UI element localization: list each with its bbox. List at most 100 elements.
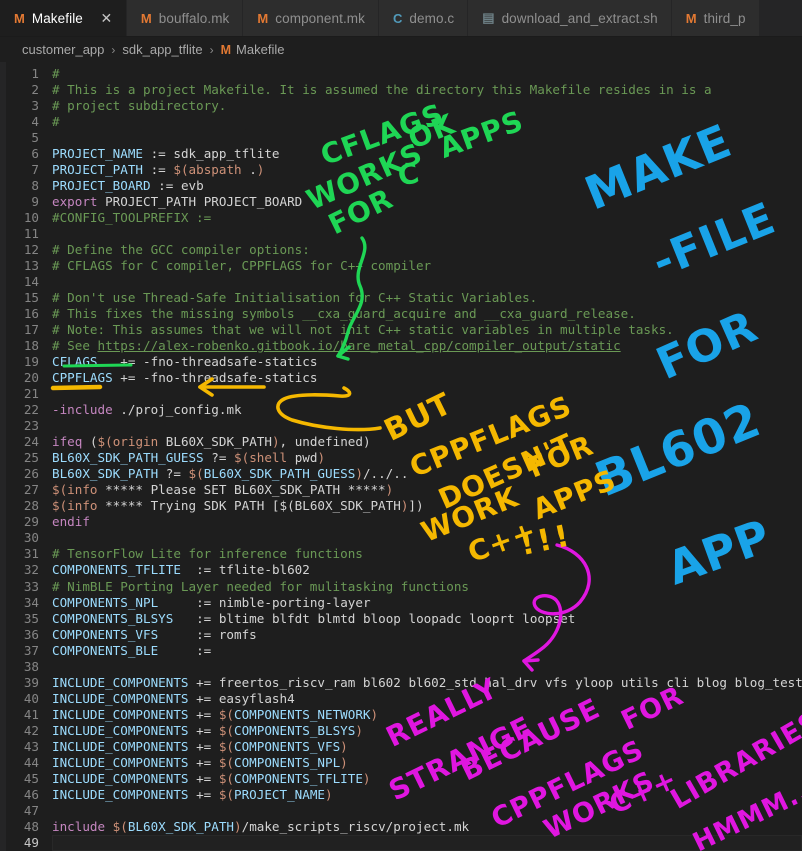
code-line[interactable]: 4 # bbox=[0, 114, 802, 130]
editor-window: M Makefile ✕ M bouffalo.mk M component.m… bbox=[0, 0, 802, 851]
code-line[interactable]: 2 # This is a project Makefile. It is ass… bbox=[0, 82, 802, 98]
code-line[interactable]: 26 BL60X_SDK_PATH ?= $(BL60X_SDK_PATH_GUE… bbox=[0, 466, 802, 482]
code-line[interactable]: 23 bbox=[0, 418, 802, 434]
line-number: 25 bbox=[23, 450, 39, 466]
code-line-text: COMPONENTS_BLE := bbox=[52, 642, 212, 658]
code-line[interactable]: 46 INCLUDE_COMPONENTS += $(PROJECT_NAME) bbox=[0, 787, 802, 803]
code-line[interactable]: 17 # Note: This assumes that we will not … bbox=[0, 322, 802, 338]
line-number: 30 bbox=[23, 530, 39, 546]
line-number: 2 bbox=[31, 82, 39, 98]
line-number: 37 bbox=[23, 642, 39, 658]
code-line[interactable]: 39 INCLUDE_COMPONENTS += freertos_riscv_r… bbox=[0, 675, 802, 691]
line-number: 35 bbox=[23, 610, 39, 626]
code-line[interactable]: 1 # bbox=[0, 66, 802, 82]
code-line[interactable]: 22 -include ./proj_config.mk bbox=[0, 402, 802, 418]
code-line[interactable]: 24 ifeq ($(origin BL60X_SDK_PATH), undefi… bbox=[0, 434, 802, 450]
chevron-right-icon: › bbox=[111, 42, 116, 57]
code-line[interactable]: 20 CPPFLAGS += -fno-threadsafe-statics bbox=[0, 370, 802, 386]
code-line[interactable]: 41 INCLUDE_COMPONENTS += $(COMPONENTS_NET… bbox=[0, 707, 802, 723]
code-line[interactable]: 34 COMPONENTS_NPL := nimble-porting-layer bbox=[0, 595, 802, 611]
code-line[interactable]: 7 PROJECT_PATH := $(abspath .) bbox=[0, 162, 802, 178]
makefile-icon: M bbox=[220, 42, 232, 57]
line-number: 20 bbox=[23, 370, 39, 386]
line-number: 28 bbox=[23, 498, 39, 514]
code-line[interactable]: 43 INCLUDE_COMPONENTS += $(COMPONENTS_VFS… bbox=[0, 739, 802, 755]
code-line-text: # bbox=[52, 66, 60, 81]
code-line[interactable]: 21 bbox=[0, 386, 802, 402]
line-number: 9 bbox=[31, 194, 39, 210]
code-line[interactable]: 28 $(info ***** Trying SDK PATH [$(BL60X_… bbox=[0, 498, 802, 514]
code-line[interactable]: 45 INCLUDE_COMPONENTS += $(COMPONENTS_TFL… bbox=[0, 771, 802, 787]
breadcrumb-item-makefile[interactable]: Makefile bbox=[236, 42, 284, 57]
tab-label: component.mk bbox=[275, 10, 366, 26]
tab-download-and-extract-sh[interactable]: ▤ download_and_extract.sh bbox=[468, 0, 672, 36]
tab-component-mk[interactable]: M component.mk bbox=[243, 0, 380, 36]
code-line[interactable]: 19 CFLAGS += -fno-threadsafe-statics bbox=[0, 354, 802, 370]
code-line-text: # This fixes the missing symbols __cxa_g… bbox=[52, 306, 636, 322]
code-line[interactable]: 33 # NimBLE Porting Layer needed for muli… bbox=[0, 579, 802, 595]
code-line[interactable]: 37 COMPONENTS_BLE := bbox=[0, 643, 802, 659]
code-line[interactable]: 36 COMPONENTS_VFS := romfs bbox=[0, 627, 802, 643]
line-number: 17 bbox=[23, 322, 39, 338]
code-lines-container[interactable]: 1 #2 # This is a project Makefile. It is a… bbox=[0, 62, 802, 851]
line-number: 27 bbox=[23, 482, 39, 498]
code-line[interactable]: 14 bbox=[0, 274, 802, 290]
code-line[interactable]: 3 # project subdirectory. bbox=[0, 98, 802, 114]
code-line[interactable]: 38 bbox=[0, 659, 802, 675]
line-number: 12 bbox=[23, 242, 39, 258]
code-line[interactable]: 8 PROJECT_BOARD := evb bbox=[0, 178, 802, 194]
code-line[interactable]: 47 bbox=[0, 803, 802, 819]
code-line[interactable]: 32 COMPONENTS_TFLITE := tflite-bl602 bbox=[0, 562, 802, 578]
code-line-text: INCLUDE_COMPONENTS += $(COMPONENTS_BLSYS… bbox=[52, 722, 363, 738]
code-line[interactable]: 48 include $(BL60X_SDK_PATH)/make_scripts… bbox=[0, 819, 802, 835]
tab-makefile[interactable]: M Makefile ✕ bbox=[0, 0, 127, 36]
code-line[interactable]: 35 COMPONENTS_BLSYS := bltime blfdt blmtd… bbox=[0, 611, 802, 627]
tab-third-party[interactable]: M third_p bbox=[671, 0, 760, 36]
line-number: 18 bbox=[23, 338, 39, 354]
code-line-text: COMPONENTS_BLSYS := bltime blfdt blmtd b… bbox=[52, 610, 576, 626]
editor-tab-bar: M Makefile ✕ M bouffalo.mk M component.m… bbox=[0, 0, 802, 37]
code-line[interactable]: 31 # TensorFlow Lite for inference functi… bbox=[0, 546, 802, 562]
code-line-text: # CFLAGS for C compiler, CPPFLAGS for C+… bbox=[52, 258, 432, 274]
close-icon[interactable]: ✕ bbox=[100, 11, 113, 25]
line-number: 40 bbox=[23, 690, 39, 706]
code-line-text: $(info ***** Please SET BL60X_SDK_PATH *… bbox=[52, 482, 394, 498]
code-line[interactable]: 6 PROJECT_NAME := sdk_app_tflite bbox=[0, 146, 802, 162]
code-line[interactable]: 18 # See https://alex-robenko.gitbook.io/… bbox=[0, 338, 802, 354]
code-line-text: # Don't use Thread-Safe Initialisation f… bbox=[52, 290, 538, 306]
code-line[interactable]: 49 bbox=[0, 834, 802, 851]
breadcrumb: customer_app › sdk_app_tflite › M Makefi… bbox=[0, 37, 802, 62]
code-line[interactable]: 42 INCLUDE_COMPONENTS += $(COMPONENTS_BLS… bbox=[0, 723, 802, 739]
code-line[interactable]: 25 BL60X_SDK_PATH_GUESS ?= $(shell pwd) bbox=[0, 450, 802, 466]
line-number: 15 bbox=[23, 290, 39, 306]
line-number: 16 bbox=[23, 306, 39, 322]
code-line-text: BL60X_SDK_PATH_GUESS ?= $(shell pwd) bbox=[52, 450, 326, 466]
code-line[interactable]: 9 export PROJECT_PATH PROJECT_BOARD bbox=[0, 194, 802, 210]
code-line[interactable]: 5 bbox=[0, 130, 802, 146]
code-line[interactable]: 16 # This fixes the missing symbols __cxa… bbox=[0, 306, 802, 322]
code-line-text: #CONFIG_TOOLPREFIX := bbox=[52, 210, 212, 226]
tab-bouffalo-mk[interactable]: M bouffalo.mk bbox=[126, 0, 244, 36]
code-line[interactable]: 10 #CONFIG_TOOLPREFIX := bbox=[0, 210, 802, 226]
line-number: 34 bbox=[23, 594, 39, 610]
code-line[interactable]: 11 bbox=[0, 226, 802, 242]
code-line[interactable]: 30 bbox=[0, 530, 802, 546]
breadcrumb-item-customer-app[interactable]: customer_app bbox=[22, 42, 104, 57]
tab-demo-c[interactable]: C demo.c bbox=[379, 0, 469, 36]
line-number: 10 bbox=[23, 210, 39, 226]
code-line[interactable]: 15 # Don't use Thread-Safe Initialisation… bbox=[0, 290, 802, 306]
makefile-icon: M bbox=[14, 10, 25, 26]
code-line[interactable]: 12 # Define the GCC compiler options: bbox=[0, 242, 802, 258]
code-line[interactable]: 29 endif bbox=[0, 514, 802, 530]
breadcrumb-item-sdk-app-tflite[interactable]: sdk_app_tflite bbox=[122, 42, 202, 57]
code-line-text: INCLUDE_COMPONENTS += easyflash4 bbox=[52, 690, 295, 706]
code-line[interactable]: 40 INCLUDE_COMPONENTS += easyflash4 bbox=[0, 691, 802, 707]
line-number: 49 bbox=[23, 834, 39, 850]
code-line-text: BL60X_SDK_PATH ?= $(BL60X_SDK_PATH_GUESS… bbox=[52, 466, 409, 482]
code-editor[interactable]: 1 #2 # This is a project Makefile. It is a… bbox=[0, 62, 802, 851]
line-number: 39 bbox=[23, 674, 39, 690]
code-line[interactable]: 44 INCLUDE_COMPONENTS += $(COMPONENTS_NPL… bbox=[0, 755, 802, 771]
line-number: 46 bbox=[23, 786, 39, 802]
code-line[interactable]: 27 $(info ***** Please SET BL60X_SDK_PATH… bbox=[0, 482, 802, 498]
code-line[interactable]: 13 # CFLAGS for C compiler, CPPFLAGS for … bbox=[0, 258, 802, 274]
